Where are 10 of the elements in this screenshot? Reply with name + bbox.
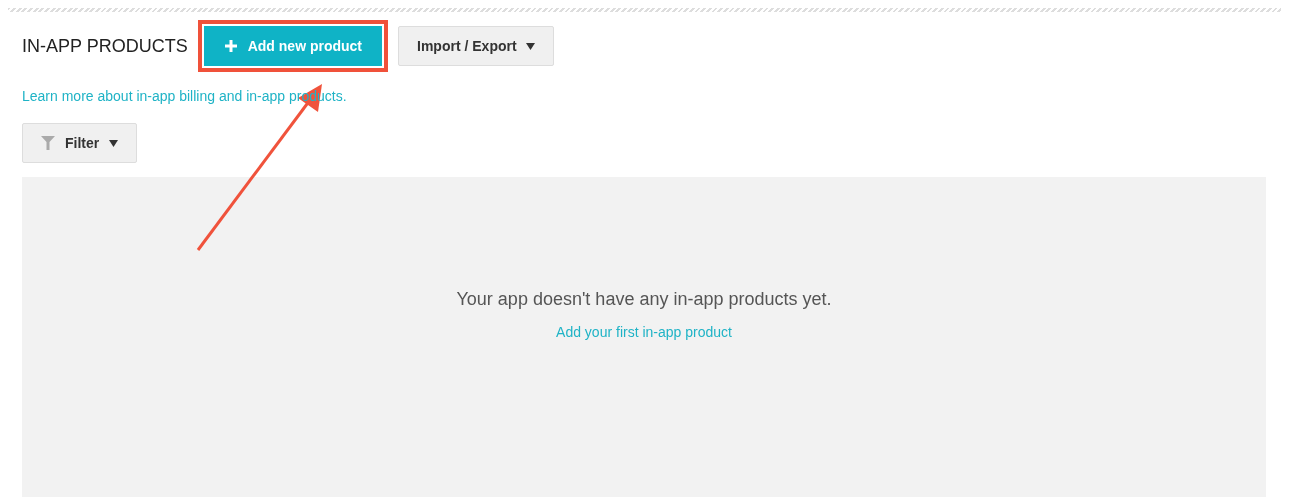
filter-icon (41, 136, 55, 150)
empty-message: Your app doesn't have any in-app products yet. (456, 289, 832, 310)
caret-icon (525, 42, 535, 50)
import-export-button[interactable]: Import / Export (398, 26, 554, 66)
add-first-product-link[interactable]: Add your first in-app product (556, 324, 732, 340)
caret-icon (109, 139, 119, 147)
page-title: IN-APP PRODUCTS (22, 35, 188, 57)
add-product-button[interactable]: Add new product (203, 26, 383, 66)
plus-icon (223, 39, 238, 53)
filter-button[interactable]: Filter (22, 123, 138, 163)
